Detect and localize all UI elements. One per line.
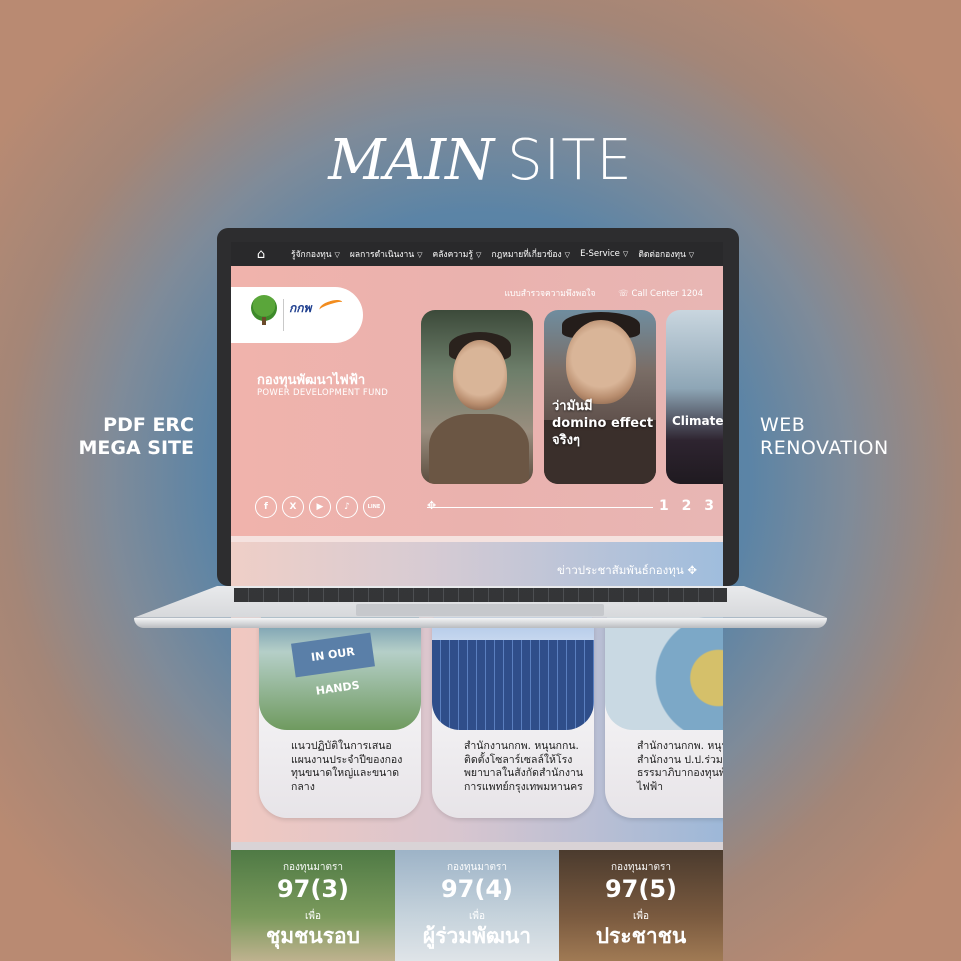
nav-label: กฎหมายที่เกี่ยวข้อง	[491, 250, 562, 260]
laptop-base	[134, 586, 827, 628]
arrows-icon: ✥	[687, 563, 697, 577]
fund-card[interactable]: กองทุนมาตรา 97(3) เพื่อ ชุมชนรอบ	[231, 850, 395, 961]
future-sign: IN OUR HANDS	[291, 632, 375, 698]
long-page-preview: IN OUR HANDS แนวปฏิบัติในการเสนอแผนงานปร…	[231, 580, 723, 961]
chevron-down-icon: ▽	[475, 251, 482, 259]
nav-item-laws[interactable]: กฎหมายที่เกี่ยวข้อง ▽	[491, 247, 570, 261]
youtube-icon[interactable]: ▶	[309, 496, 331, 518]
survey-link[interactable]: แบบสำรวจความพึงพอใจ	[504, 289, 595, 299]
left-label: PDF ERC MEGA SITE	[74, 414, 195, 460]
fund-small: กองทุนมาตรา	[446, 862, 508, 873]
nav-item-contact[interactable]: ติดต่อกองทุน ▽	[638, 247, 694, 261]
slide-card[interactable]: Climate	[666, 310, 723, 484]
hero-section: แบบสำรวจความพึงพอใจ ☏ Call Center 1204 ก…	[231, 266, 723, 536]
nav-label: คลังความรู้	[432, 250, 473, 260]
left-label-line2: MEGA SITE	[78, 437, 195, 459]
nav-item-performance[interactable]: ผลการดำเนินงาน ▽	[350, 247, 423, 261]
news-text: สำนักงานกกพ. หนุนกกน. ติดตั้งโซลาร์เซลล์…	[464, 740, 584, 793]
headline-main: MAIN	[328, 128, 494, 193]
nav-label: ผลการดำเนินงาน	[349, 250, 415, 260]
fund-for: เพื่อ	[632, 911, 649, 922]
logo-mark: กกพ	[289, 301, 312, 315]
fund-card[interactable]: กองทุนมาตรา 97(4) เพื่อ ผู้ร่วมพัฒนา	[395, 850, 559, 961]
nav-label: ติดต่อกองทุน	[638, 250, 686, 260]
news-card[interactable]: สำนักงานกกพ. หนุนกกน. ติดตั้งโซลาร์เซลล์…	[432, 600, 594, 818]
chevron-down-icon: ▽	[564, 251, 571, 259]
fund-subtitle: POWER DEVELOPMENT FUND	[257, 388, 389, 398]
person-face	[566, 320, 636, 404]
fund-target: ชุมชนรอบ	[266, 924, 360, 948]
nav-item-knowledge[interactable]: คลังความรู้ ▽	[433, 247, 482, 261]
fund-number: 97(4)	[440, 875, 514, 903]
fund-number: 97(5)	[604, 875, 678, 903]
slide-caption: ว่ามันมี domino effect จริงๆ	[552, 398, 653, 449]
trackpad	[356, 604, 604, 616]
right-label-line1: WEB	[760, 414, 806, 436]
right-label-line2: RENOVATION	[760, 437, 889, 459]
nav-item-eservice[interactable]: E-Service ▽	[580, 249, 628, 259]
fund-for: เพื่อ	[304, 911, 321, 922]
headline-site: SITE	[507, 128, 633, 193]
x-icon[interactable]: X	[282, 496, 304, 518]
chevron-down-icon: ▽	[622, 250, 629, 258]
call-center-link[interactable]: Call Center 1204	[631, 289, 703, 299]
tree-trunk	[262, 317, 266, 325]
news-header: ข่าวประชาสัมพันธ์กองทุน ✥	[231, 542, 723, 586]
news-text: แนวปฏิบัติในการเสนอแผนงานประจำปีของกองทุ…	[291, 740, 403, 793]
main-nav: ⌂ รู้จักกองทุน ▽ ผลการดำเนินงาน ▽ คลังความ…	[231, 242, 723, 266]
nav-label: รู้จักกองทุน	[291, 250, 332, 260]
logo-divider	[283, 299, 284, 331]
fund-small: กองทุนมาตรา	[610, 862, 672, 873]
line-icon[interactable]: LINE	[363, 496, 385, 518]
news-header-label[interactable]: ข่าวประชาสัมพันธ์กองทุน ✥	[557, 562, 697, 580]
news-text: สำนักงานกกพ. หนุนจับมือสำนักงาน ป.ป.ร่วม…	[637, 740, 723, 793]
section-divider	[231, 842, 723, 850]
nav-item-about[interactable]: รู้จักกองทุน ▽	[291, 247, 340, 261]
tiktok-icon[interactable]: ♪	[336, 496, 358, 518]
person-body	[429, 414, 529, 484]
fund-small: กองทุนมาตรา	[282, 862, 344, 873]
laptop-lip	[134, 618, 827, 628]
right-label: WEB RENOVATION	[760, 414, 920, 460]
caption-line: domino effect	[552, 416, 654, 431]
slide-caption: Climate	[672, 414, 723, 428]
slider-track[interactable]	[427, 507, 653, 508]
news-card[interactable]: IN OUR HANDS แนวปฏิบัติในการเสนอแผนงานปร…	[259, 600, 421, 818]
chevron-down-icon: ▽	[688, 251, 695, 259]
chevron-down-icon: ▽	[334, 251, 340, 259]
fund-title: กองทุนพัฒนาไฟฟ้า	[257, 373, 366, 388]
news-label: ข่าวประชาสัมพันธ์กองทุน	[557, 563, 684, 577]
chevron-down-icon: ▽	[417, 251, 423, 259]
fund-number: 97(3)	[276, 875, 350, 903]
fund-target: ผู้ร่วมพัฒนา	[422, 924, 532, 948]
slide-card[interactable]	[421, 310, 533, 484]
headline: MAIN SITE	[0, 128, 961, 193]
person-face	[453, 340, 507, 410]
fund-target: ประชาชน	[595, 924, 687, 948]
left-label-line1: PDF ERC	[103, 414, 194, 436]
swoosh-icon	[318, 297, 344, 315]
home-icon[interactable]: ⌂	[231, 247, 291, 262]
social-links: f X ▶ ♪ LINE	[255, 496, 390, 518]
topbar: แบบสำรวจความพึงพอใจ ☏ Call Center 1204	[504, 286, 703, 300]
news-card[interactable]: สำนักงานกกพ. หนุนจับมือสำนักงาน ป.ป.ร่วม…	[605, 600, 723, 818]
laptop-screen: ⌂ รู้จักกองทุน ▽ ผลการดำเนินงาน ▽ คลังความ…	[231, 242, 723, 586]
fund-card[interactable]: กองทุนมาตรา 97(5) เพื่อ ประชาชน	[559, 850, 723, 961]
caption-line: จริงๆ	[552, 433, 580, 448]
slide-card[interactable]: ว่ามันมี domino effect จริงๆ	[544, 310, 656, 484]
logo[interactable]: กกพ	[231, 287, 363, 343]
arrows-icon[interactable]: ✥	[427, 499, 436, 512]
nav-label: E-Service	[580, 249, 620, 259]
phone-icon: ☏	[618, 289, 632, 299]
slide-pagination[interactable]: 1 2 3	[659, 498, 718, 514]
caption-line: ว่ามันมี	[552, 399, 593, 414]
facebook-icon[interactable]: f	[255, 496, 277, 518]
fund-for: เพื่อ	[468, 911, 485, 922]
keyboard	[234, 588, 727, 602]
